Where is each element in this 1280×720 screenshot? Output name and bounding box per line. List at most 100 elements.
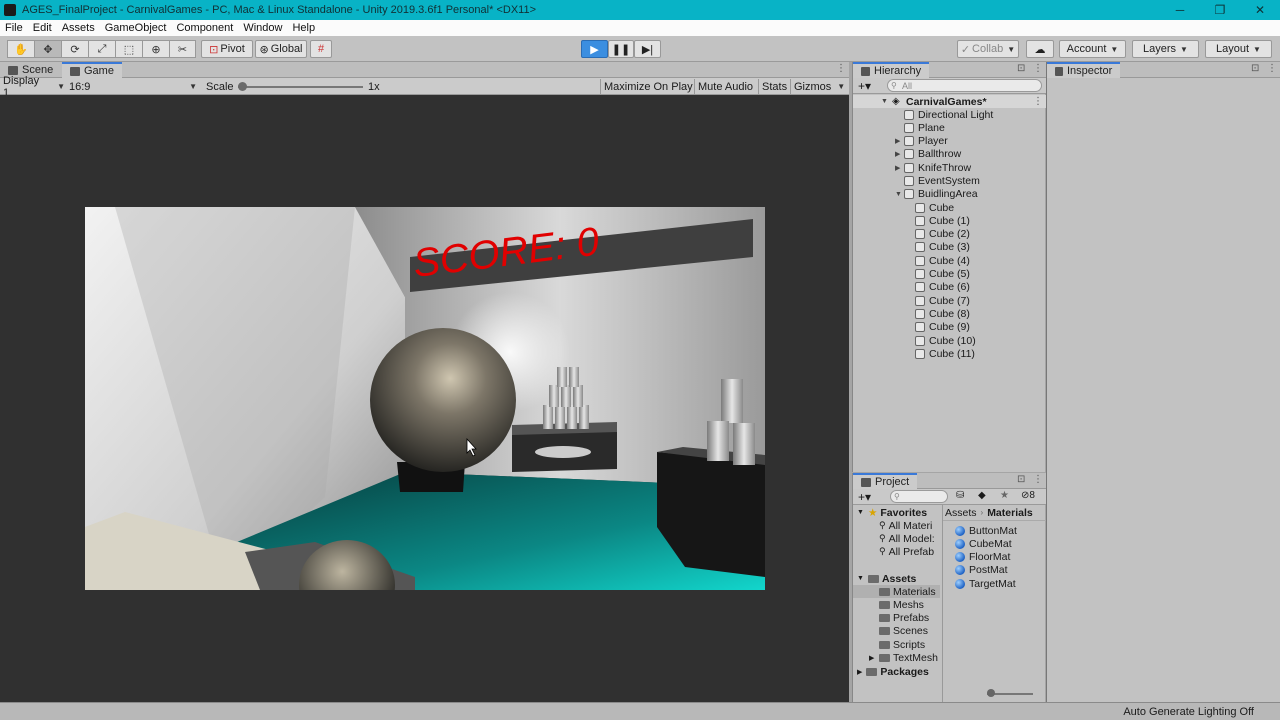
hierarchy-child-item[interactable]: Cube (2) <box>853 228 1046 241</box>
folder-item[interactable]: Scripts <box>853 638 940 651</box>
lock-icon[interactable]: ⊡ <box>1017 63 1025 74</box>
hierarchy-search-input[interactable]: ⚲ All <box>887 79 1042 92</box>
move-tool-button[interactable]: ✥ <box>34 40 61 58</box>
mute-audio-toggle[interactable]: Mute Audio <box>694 79 756 94</box>
folder-item[interactable]: Prefabs <box>853 612 940 625</box>
hierarchy-child-item[interactable]: Cube <box>853 201 1046 214</box>
transform-tool-button[interactable]: ⊕ <box>142 40 169 58</box>
favorite-all-models[interactable]: ⚲ All Model: <box>879 532 935 545</box>
favorites-header[interactable]: ▼ ★ Favorites <box>857 506 927 519</box>
material-asset[interactable]: FloorMat <box>955 551 1010 564</box>
hierarchy-child-item[interactable]: Cube (5) <box>853 268 1046 281</box>
more-icon[interactable]: ⋮ <box>836 63 846 74</box>
scale-slider-thumb[interactable] <box>238 82 247 91</box>
create-button[interactable]: +▾ <box>858 79 871 93</box>
gizmos-dropdown[interactable]: Gizmos ▼ <box>790 79 849 94</box>
expand-right-icon[interactable]: ▶ <box>895 164 900 172</box>
create-button[interactable]: +▾ <box>858 490 871 504</box>
menu-component[interactable]: Component <box>171 22 238 34</box>
folder-item[interactable]: ▶ TextMesh <box>853 652 940 665</box>
maximize-on-play-toggle[interactable]: Maximize On Play <box>600 79 696 94</box>
stats-toggle[interactable]: Stats <box>758 79 790 94</box>
hierarchy-child-item[interactable]: Cube (6) <box>853 281 1046 294</box>
pause-button[interactable]: ❚❚ <box>608 40 634 58</box>
hand-tool-button[interactable]: ✋ <box>7 40 34 58</box>
game-viewport[interactable]: SCORE: 0 <box>85 207 765 590</box>
expand-right-icon[interactable]: ▶ <box>895 150 900 158</box>
aspect-dropdown[interactable]: 16:9 ▼ <box>69 79 199 94</box>
scale-slider[interactable] <box>238 79 363 94</box>
assets-header[interactable]: ▼ Assets <box>857 572 916 585</box>
close-icon[interactable]: ✕ <box>1240 0 1280 20</box>
hierarchy-item[interactable]: ▶ Player <box>853 135 1046 148</box>
material-asset[interactable]: PostMat <box>955 564 1008 577</box>
filter-label-icon[interactable]: ◆ <box>978 490 986 501</box>
minimize-icon[interactable]: ─ <box>1160 0 1200 20</box>
collab-dropdown[interactable]: ✓ Collab ▼ <box>957 40 1019 58</box>
hierarchy-child-item[interactable]: Cube (10) <box>853 334 1046 347</box>
breadcrumb-materials[interactable]: Materials <box>987 507 1033 519</box>
hierarchy-item[interactable]: ▶ Ballthrow <box>853 148 1046 161</box>
pivot-toggle[interactable]: ⊡ Pivot <box>201 40 253 58</box>
favorite-all-prefabs[interactable]: ⚲ All Prefab <box>879 545 934 558</box>
grid-snap-button[interactable]: # <box>310 40 332 58</box>
tab-inspector[interactable]: Inspector <box>1047 62 1121 78</box>
more-icon[interactable]: ⋮ <box>1033 63 1043 74</box>
material-asset[interactable]: ButtonMat <box>955 524 1017 537</box>
layers-dropdown[interactable]: Layers ▼ <box>1132 40 1199 58</box>
hierarchy-child-item[interactable]: Cube (4) <box>853 254 1046 267</box>
account-dropdown[interactable]: Account ▼ <box>1059 40 1126 58</box>
hierarchy-child-item[interactable]: Cube (7) <box>853 294 1046 307</box>
more-icon[interactable]: ⋮ <box>1267 63 1277 74</box>
custom-tool-button[interactable]: ✂ <box>169 40 196 58</box>
hierarchy-child-item[interactable]: Cube (9) <box>853 321 1046 334</box>
hierarchy-scene-row[interactable]: ▼ ◈ CarnivalGames* ⋮ <box>853 95 1046 108</box>
folder-item[interactable]: Meshs <box>853 598 940 611</box>
tab-hierarchy[interactable]: Hierarchy <box>853 62 930 78</box>
restore-icon[interactable]: ❐ <box>1200 0 1240 20</box>
expand-right-icon[interactable]: ▶ <box>895 137 900 145</box>
menu-assets[interactable]: Assets <box>57 22 100 34</box>
expand-right-icon[interactable]: ▶ <box>869 654 874 662</box>
hierarchy-child-item[interactable]: Cube (11) <box>853 347 1046 360</box>
project-search-input[interactable]: ⚲ <box>890 490 948 503</box>
more-icon[interactable]: ⋮ <box>1033 96 1043 107</box>
play-button[interactable]: ▶ <box>581 40 608 58</box>
rect-tool-button[interactable]: ⬚ <box>115 40 142 58</box>
rotate-tool-button[interactable]: ⟳ <box>61 40 88 58</box>
hierarchy-item[interactable]: Directional Light <box>853 108 1046 121</box>
hierarchy-child-item[interactable]: Cube (3) <box>853 241 1046 254</box>
display-dropdown[interactable]: Display 1 ▼ <box>3 75 65 99</box>
menu-edit[interactable]: Edit <box>28 22 57 34</box>
tab-game[interactable]: Game <box>62 62 122 78</box>
layout-dropdown[interactable]: Layout ▼ <box>1205 40 1272 58</box>
favorite-all-materials[interactable]: ⚲ All Materi <box>879 519 932 532</box>
step-button[interactable]: ▶| <box>634 40 661 58</box>
hidden-packages-button[interactable]: ⊘8 <box>1021 490 1035 501</box>
expand-down-icon[interactable]: ▼ <box>895 191 902 198</box>
folder-item[interactable]: Scenes <box>853 625 940 638</box>
hierarchy-item[interactable]: Plane <box>853 121 1046 134</box>
icon-size-slider-thumb[interactable] <box>987 689 995 697</box>
hierarchy-item[interactable]: EventSystem <box>853 175 1046 188</box>
lock-icon[interactable]: ⊡ <box>1251 63 1259 74</box>
menu-gameobject[interactable]: GameObject <box>100 22 172 34</box>
global-toggle[interactable]: ⊛ Global <box>255 40 307 58</box>
scale-tool-button[interactable]: ⤢ <box>88 40 115 58</box>
hierarchy-child-item[interactable]: Cube (8) <box>853 307 1046 320</box>
hierarchy-item[interactable]: ▼ BuidlingArea <box>853 188 1046 201</box>
menu-file[interactable]: File <box>0 22 28 34</box>
packages-header[interactable]: ▶ Packages <box>857 665 929 678</box>
star-icon[interactable]: ★ <box>1000 490 1009 501</box>
material-asset[interactable]: TargetMat <box>955 577 1016 590</box>
tab-project[interactable]: Project <box>853 473 918 489</box>
more-icon[interactable]: ⋮ <box>1033 474 1043 485</box>
folder-item[interactable]: Materials <box>853 585 940 598</box>
menu-window[interactable]: Window <box>238 22 287 34</box>
breadcrumb-assets[interactable]: Assets <box>945 507 977 519</box>
cloud-button[interactable]: ☁ <box>1026 40 1054 58</box>
filter-type-icon[interactable]: ⛁ <box>956 490 964 501</box>
menu-help[interactable]: Help <box>287 22 320 34</box>
hierarchy-item[interactable]: ▶ KnifeThrow <box>853 161 1046 174</box>
hierarchy-child-item[interactable]: Cube (1) <box>853 214 1046 227</box>
